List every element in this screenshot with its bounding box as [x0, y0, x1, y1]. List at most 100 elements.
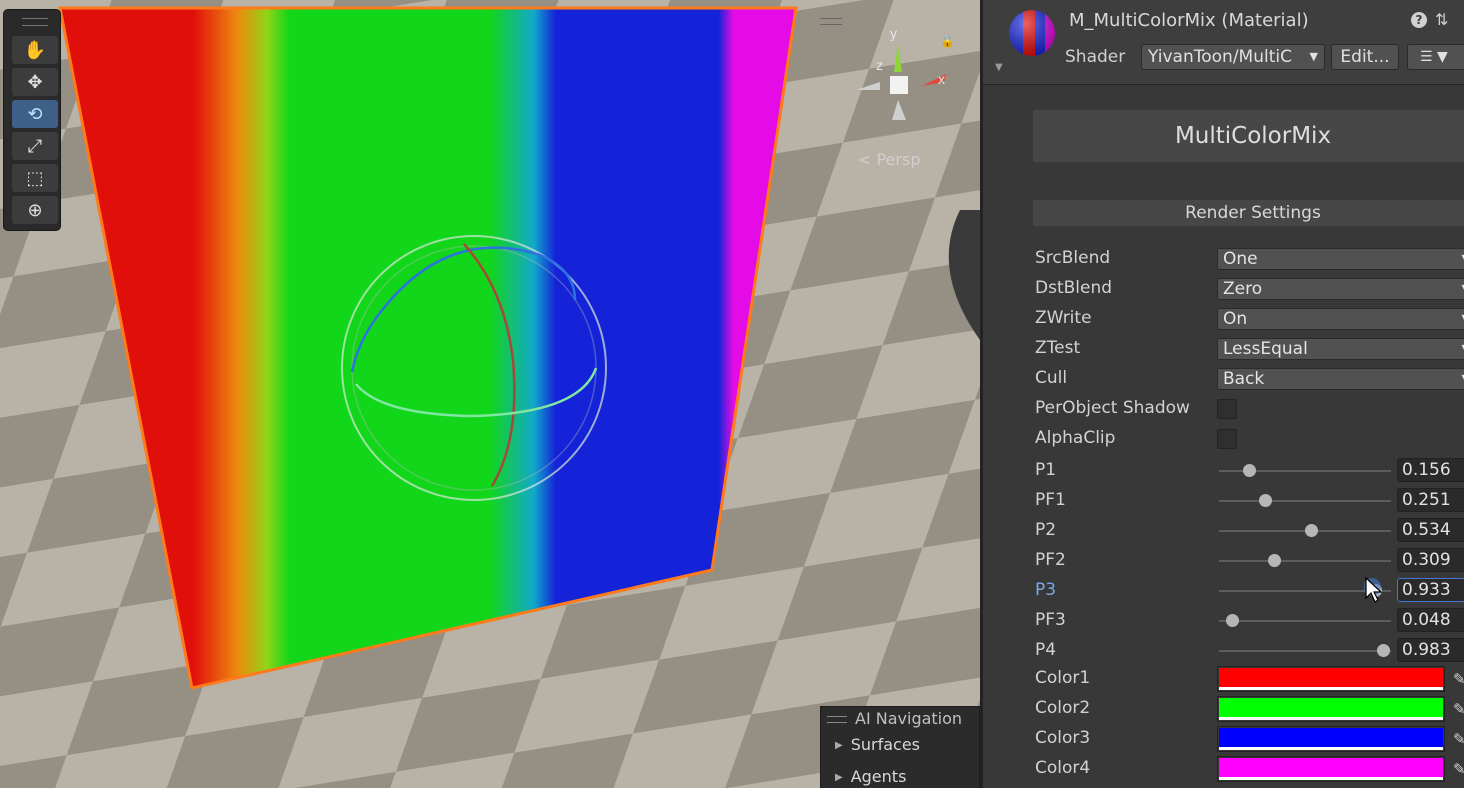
- material-preview-icon: [1009, 10, 1055, 56]
- pf2-slider-track[interactable]: [1219, 560, 1391, 562]
- eyedropper-icon[interactable]: ✎: [1453, 700, 1464, 718]
- dstblend-label: DstBlend: [1035, 278, 1113, 298]
- dstblend-dropdown[interactable]: Zero▼: [1217, 278, 1464, 300]
- help-icon[interactable]: ?: [1411, 12, 1427, 28]
- ai-navigation-overlay: AI Navigation ▶ Surfaces ▶ Agents: [820, 706, 980, 788]
- inspector-panel: M_MultiColorMix (Material) ? ⇅ Shader Yi…: [980, 0, 1464, 788]
- pf3-slider-thumb[interactable]: [1225, 614, 1239, 627]
- p3-label: P3: [1035, 580, 1057, 600]
- p4-value-field[interactable]: 0.983: [1397, 638, 1464, 662]
- mouse-cursor-icon: [1364, 576, 1383, 603]
- scene-canvas[interactable]: [0, 0, 980, 788]
- p1-value-field[interactable]: 0.156: [1397, 458, 1464, 482]
- ai-navigation-title: AI Navigation: [855, 709, 963, 728]
- pf2-label: PF2: [1035, 550, 1066, 570]
- cull-dropdown[interactable]: Back▼: [1217, 368, 1464, 390]
- pf1-slider-track[interactable]: [1219, 500, 1391, 502]
- color-swatch: [1219, 728, 1443, 747]
- pf2-slider-thumb[interactable]: [1268, 554, 1282, 567]
- options-menu-button[interactable]: ☰ ▼: [1407, 44, 1464, 70]
- scale-tool-button[interactable]: ⤢: [12, 132, 58, 160]
- shader-banner: MultiColorMix: [1033, 110, 1464, 162]
- dropdown-value: On: [1223, 309, 1248, 329]
- p2-value-field[interactable]: 0.534: [1397, 518, 1464, 542]
- scene-overlay-grip[interactable]: [820, 18, 842, 25]
- color4-field[interactable]: [1217, 756, 1445, 782]
- dropdown-value: Zero: [1223, 279, 1263, 299]
- p2-slider-thumb[interactable]: [1304, 524, 1318, 537]
- rect-tool-button[interactable]: ⬚: [12, 164, 58, 192]
- zwrite-dropdown[interactable]: On▼: [1217, 308, 1464, 330]
- alphaclip-checkbox[interactable]: [1217, 429, 1237, 449]
- transform-tool-button[interactable]: ⊕: [12, 196, 58, 224]
- pf2-value-field[interactable]: 0.309: [1397, 548, 1464, 572]
- tools-overlay: ✋ ✥ ⟲ ⤢ ⬚ ⊕: [4, 10, 60, 230]
- shader-dropdown[interactable]: YivanToon/MultiC ▼: [1141, 44, 1325, 70]
- srcblend-label: SrcBlend: [1035, 248, 1111, 268]
- cull-label: Cull: [1035, 368, 1068, 388]
- hand-tool-button[interactable]: ✋: [12, 36, 58, 64]
- dropdown-value: Back: [1223, 369, 1265, 389]
- grip-icon: [827, 716, 847, 723]
- alpha-bar: [1219, 717, 1443, 720]
- projection-toggle[interactable]: < Persp: [858, 150, 920, 169]
- foldout-arrow-icon[interactable]: ▼: [995, 62, 1003, 73]
- edit-shader-button[interactable]: Edit...: [1331, 44, 1399, 70]
- scene-view[interactable]: 🔒 ✋ ✥ ⟲ ⤢ ⬚ ⊕ y x z < Persp AI Navigatio…: [0, 0, 980, 788]
- perobject-shadow-label: PerObject Shadow: [1035, 398, 1190, 418]
- ai-nav-item-agents[interactable]: ▶ Agents: [821, 763, 979, 788]
- pf1-value-field[interactable]: 0.251: [1397, 488, 1464, 512]
- p4-label: P4: [1035, 640, 1057, 660]
- alpha-bar: [1219, 777, 1443, 780]
- rotate-icon: ⟲: [27, 103, 43, 125]
- gizmo-z-label: z: [876, 57, 883, 73]
- eyedropper-icon[interactable]: ✎: [1453, 670, 1464, 688]
- color-swatch: [1219, 698, 1443, 717]
- pf3-label: PF3: [1035, 610, 1066, 630]
- srcblend-dropdown[interactable]: One▼: [1217, 248, 1464, 270]
- dropdown-value: One: [1223, 249, 1258, 269]
- color1-field[interactable]: [1217, 666, 1445, 692]
- p4-slider-thumb[interactable]: [1377, 644, 1391, 657]
- perobject-shadow-checkbox[interactable]: [1217, 399, 1237, 419]
- shader-label: Shader: [1065, 47, 1126, 67]
- rect-icon: ⬚: [26, 167, 44, 189]
- color-swatch: [1219, 758, 1443, 777]
- color1-label: Color1: [1035, 668, 1091, 688]
- eyedropper-icon[interactable]: ✎: [1453, 730, 1464, 748]
- color3-field[interactable]: [1217, 726, 1445, 752]
- gizmo-x-label: x: [938, 71, 945, 87]
- alphaclip-label: AlphaClip: [1035, 428, 1116, 448]
- color3-label: Color3: [1035, 728, 1091, 748]
- expand-arrow-icon: ▶: [835, 739, 843, 751]
- ai-navigation-header[interactable]: AI Navigation: [821, 707, 979, 731]
- scale-icon: ⤢: [27, 135, 43, 157]
- pf3-value-field[interactable]: 0.048: [1397, 608, 1464, 632]
- shader-value: YivanToon/MultiC: [1148, 47, 1292, 67]
- chevron-down-icon: ▼: [1309, 50, 1318, 63]
- transform-icon: ⊕: [27, 199, 43, 221]
- render-settings-header[interactable]: Render Settings: [1033, 200, 1464, 226]
- move-tool-button[interactable]: ✥: [12, 68, 58, 96]
- p1-slider-thumb[interactable]: [1243, 464, 1257, 477]
- sliders-icon[interactable]: ⇅: [1435, 10, 1448, 29]
- pf1-label: PF1: [1035, 490, 1066, 510]
- toolbar-grip[interactable]: [22, 18, 48, 26]
- rotate-tool-button[interactable]: ⟲: [12, 100, 58, 128]
- eyedropper-icon[interactable]: ✎: [1453, 760, 1464, 778]
- gizmo-y-label: y: [890, 25, 897, 41]
- ztest-dropdown[interactable]: LessEqual▼: [1217, 338, 1464, 360]
- ai-nav-item-surfaces[interactable]: ▶ Surfaces: [821, 731, 979, 763]
- pf1-slider-thumb[interactable]: [1258, 494, 1272, 507]
- color-swatch: [1219, 668, 1443, 687]
- material-title: M_MultiColorMix (Material): [1069, 10, 1309, 31]
- p4-slider-track[interactable]: [1219, 650, 1391, 652]
- ai-nav-item-label: Agents: [850, 767, 907, 786]
- ai-nav-item-label: Surfaces: [850, 735, 920, 754]
- expand-arrow-icon: ▶: [835, 771, 843, 783]
- pf3-slider-track[interactable]: [1219, 620, 1391, 622]
- p1-label: P1: [1035, 460, 1057, 480]
- p3-value-field[interactable]: 0.933: [1397, 578, 1464, 602]
- color2-field[interactable]: [1217, 696, 1445, 722]
- orientation-gizmo[interactable]: y x z: [850, 24, 950, 134]
